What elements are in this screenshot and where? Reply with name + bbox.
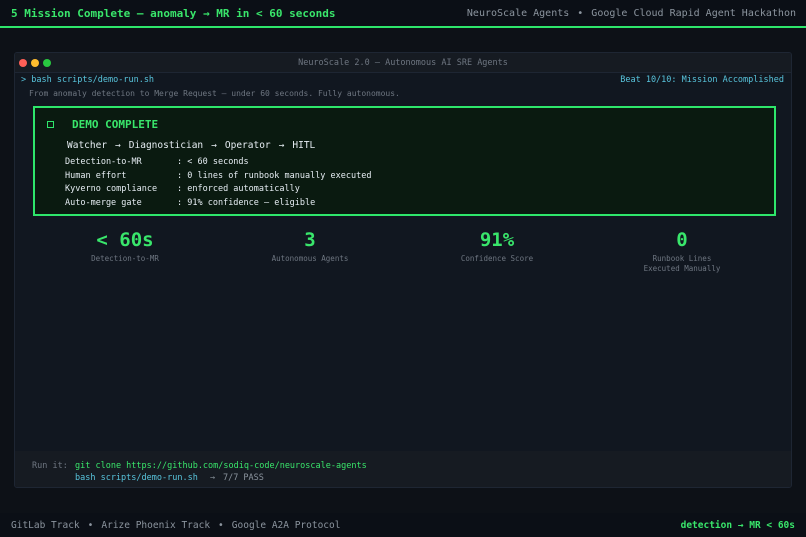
fact-colon: :	[177, 184, 188, 194]
demo-facts: Detection-to-MR: < 60 seconds Human effo…	[65, 156, 774, 210]
fact-key: Kyverno compliance	[65, 184, 158, 194]
demo-complete-panel: DEMO COMPLETE Watcher → Diagnostician → Oper…	[33, 106, 776, 216]
fact-value: enforced automatically	[187, 184, 300, 194]
pipeline-step: HITL	[292, 140, 316, 151]
test-result: 7/7 PASS	[222, 473, 264, 483]
checkbox-icon	[47, 121, 54, 128]
pipeline-step: Watcher	[67, 140, 108, 151]
fact-value: < 60 seconds	[187, 157, 249, 167]
run-label: Run it:	[32, 461, 68, 471]
tagline: From anomaly detection to Merge Request …	[29, 89, 400, 98]
metric-value: 0	[676, 229, 688, 251]
arrow-icon: →	[211, 140, 217, 151]
metric-label: Detection-to-MR	[91, 254, 159, 263]
fact-colon: :	[177, 170, 188, 181]
fact-key: Human effort	[65, 170, 127, 181]
fact-key: Auto-merge gate	[65, 197, 142, 208]
agent-pipeline: Watcher → Diagnostician → Operator → HITL	[67, 140, 774, 151]
clone-command[interactable]: git clone https://github.com/sodiq-code/…	[75, 461, 367, 471]
metric-value: 3	[304, 229, 316, 251]
window-titlebar: NeuroScale 2.0 — Autonomous AI SRE Agent…	[15, 53, 791, 73]
tracks-list: GitLab Track • Arize Phoenix Track • Google …	[11, 520, 340, 531]
separator: •	[577, 7, 584, 19]
track-item: GitLab Track	[11, 519, 80, 531]
fact-key: Detection-to-MR	[65, 157, 142, 167]
header-right: NeuroScale Agents • Google Cloud Rapid Age…	[467, 8, 796, 19]
arrow-icon: →	[115, 140, 121, 151]
fact-value: 91% confidence — eligible	[187, 197, 316, 208]
track-item: Arize Phoenix Track	[101, 519, 211, 531]
fact-row: Human effort: 0 lines of runbook manuall…	[65, 170, 774, 184]
run-line: bash scripts/demo-run.sh → 7/7 PASS	[75, 473, 791, 483]
separator: •	[218, 519, 224, 531]
metric-label: Confidence Score	[460, 254, 534, 263]
beat-status: Beat 10/10: Mission Accomplished	[620, 75, 784, 85]
window-title: NeuroScale 2.0 — Autonomous AI SRE Agent…	[298, 57, 508, 68]
pipeline-step: Operator	[224, 140, 271, 151]
command-prompt: > bash scripts/demo-run.sh	[21, 75, 155, 85]
run-line: Run it: git clone https://github.com/sod…	[32, 461, 791, 471]
fact-colon: :	[177, 157, 188, 167]
metric-label: Runbook Lines Executed Manually	[643, 254, 721, 273]
hackathon-name: Google Cloud Rapid Agent Hackathon	[591, 7, 796, 19]
bottom-bar: GitLab Track • Arize Phoenix Track • Google …	[0, 513, 806, 537]
fact-row: Auto-merge gate: 91% confidence — eligib…	[65, 197, 774, 211]
arrow-icon: →	[209, 473, 215, 483]
fact-row: Kyverno compliance: enforced automatical…	[65, 183, 774, 197]
fact-colon: :	[177, 197, 188, 208]
track-item: Google A2A Protocol	[231, 519, 341, 531]
metrics-row: < 60s Detection-to-MR 3 Autonomous Agent…	[15, 229, 791, 279]
arrow-icon: →	[278, 140, 285, 151]
project-name: NeuroScale Agents	[466, 7, 570, 19]
slide-title: 5 Mission Complete — anomaly → MR in < 6…	[11, 6, 336, 20]
pipeline-step: Diagnostician	[128, 140, 204, 151]
metric-label: Autonomous Agents	[271, 254, 349, 263]
footer-tag: detection → MR < 60s	[680, 519, 795, 531]
demo-title: DEMO COMPLETE	[72, 118, 159, 131]
top-bar: 5 Mission Complete — anomaly → MR in < 6…	[0, 0, 806, 28]
metric-card: 3 Autonomous Agents	[230, 229, 390, 264]
script-command[interactable]: bash scripts/demo-run.sh	[75, 473, 198, 483]
metric-card: 0 Runbook Lines Executed Manually	[602, 229, 762, 274]
terminal-window: NeuroScale 2.0 — Autonomous AI SRE Agent…	[14, 52, 792, 488]
metric-card: 91% Confidence Score	[417, 229, 577, 264]
metric-value: < 60s	[96, 229, 154, 251]
command-bar: > bash scripts/demo-run.sh Beat 10/10: M…	[15, 73, 791, 87]
metric-value: 91%	[479, 229, 515, 251]
fact-row: Detection-to-MR: < 60 seconds	[65, 156, 774, 170]
fact-value: 0 lines of runbook manually executed	[187, 170, 372, 181]
run-instructions: Run it: git clone https://github.com/sod…	[15, 451, 791, 487]
demo-header: DEMO COMPLETE	[45, 118, 774, 131]
metric-card: < 60s Detection-to-MR	[45, 229, 205, 264]
separator: •	[87, 519, 94, 531]
